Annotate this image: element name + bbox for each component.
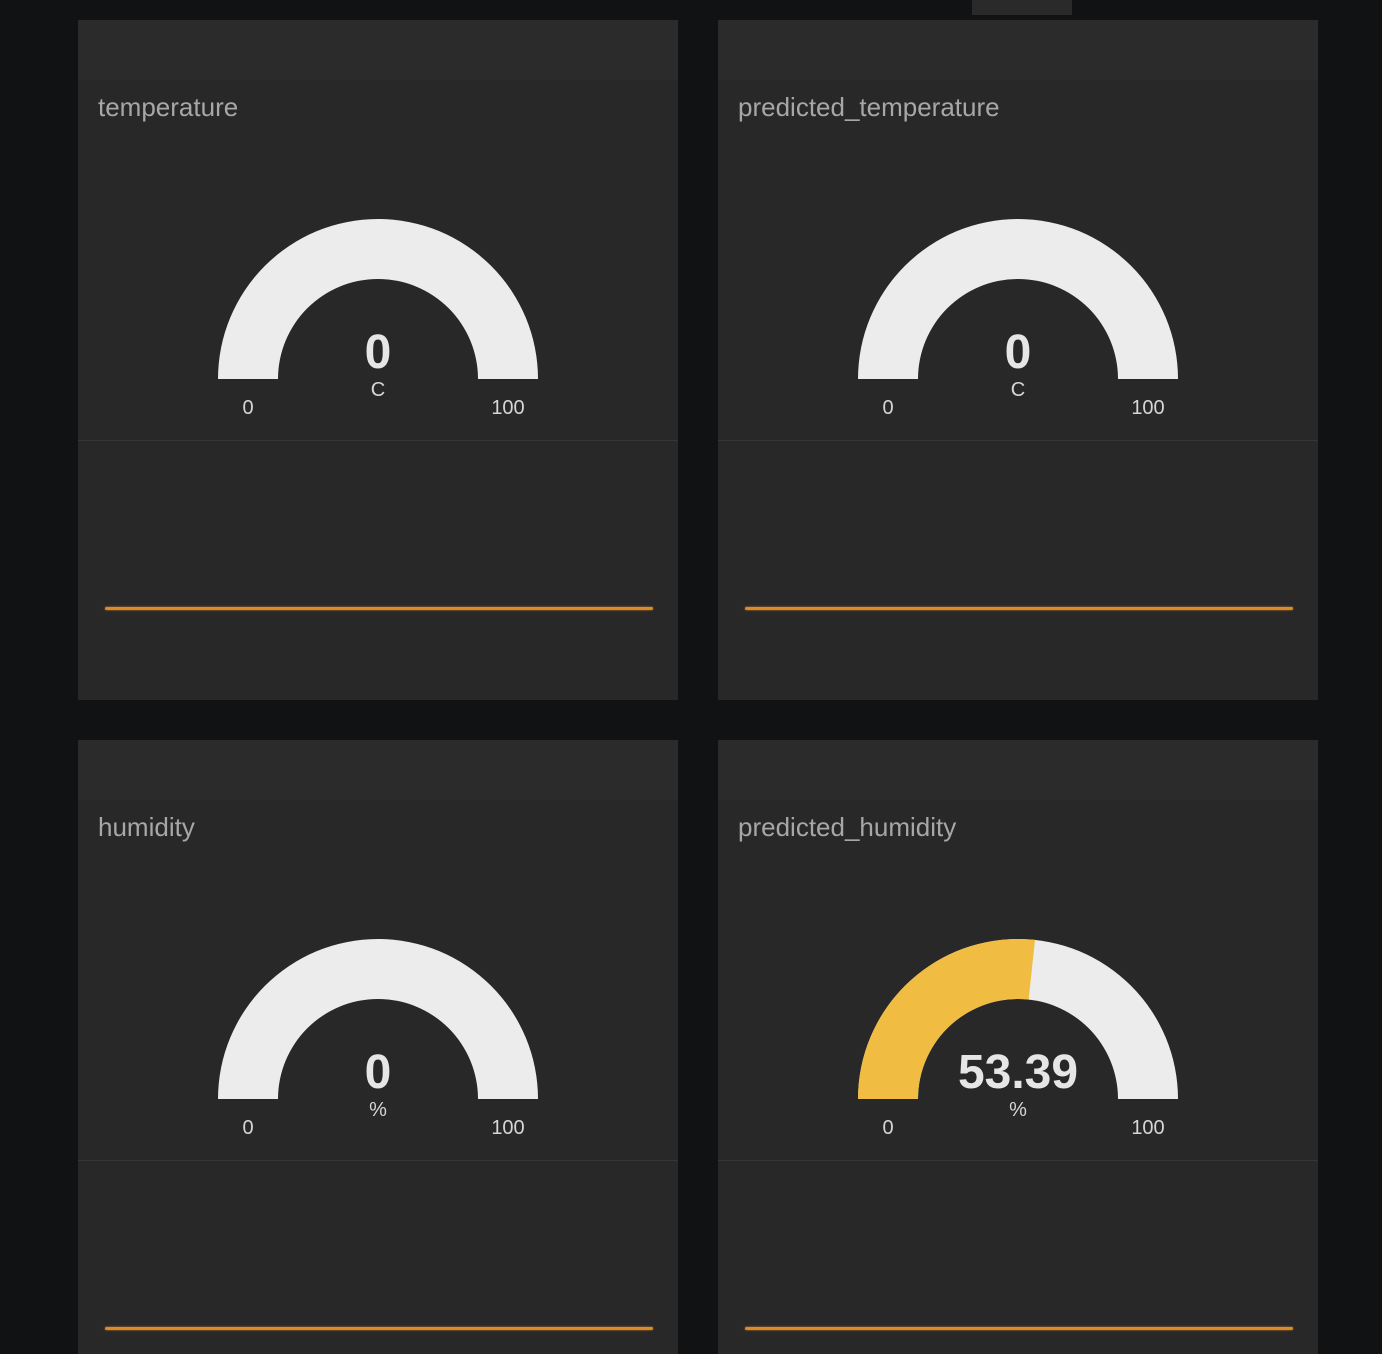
gauge-max-label: 100	[1131, 1117, 1164, 1139]
gauge-max-label: 100	[491, 397, 524, 419]
gauge-min-label: 0	[242, 397, 253, 419]
gauge: 0 C 0 100	[858, 219, 1178, 419]
gauge: 53.39 % 0 100	[858, 939, 1178, 1139]
top-tab[interactable]	[972, 0, 1072, 15]
card-divider	[78, 1160, 678, 1161]
chart-series-line	[745, 1327, 1293, 1330]
card-divider	[718, 440, 1318, 441]
card-divider	[718, 1160, 1318, 1161]
widget-card-temperature: temperature 0 C 0 100	[78, 20, 678, 700]
gauge-units: %	[369, 1099, 387, 1121]
chart-series-line	[105, 607, 653, 610]
widget-card-predicted-temperature: predicted_temperature 0 C 0 100	[718, 20, 1318, 700]
gauge-min-label: 0	[882, 397, 893, 419]
gauge: 0 C 0 100	[218, 219, 538, 419]
widget-card-humidity: humidity 0 % 0 100	[78, 740, 678, 1354]
gauge-value: 53.39	[958, 1046, 1078, 1099]
gauge: 0 % 0 100	[218, 939, 538, 1139]
card-divider	[78, 440, 678, 441]
gauge-min-label: 0	[882, 1117, 893, 1139]
gauge-units: C	[1011, 379, 1025, 401]
dashboard: temperature 0 C 0 100 predicted_temperat…	[0, 0, 1382, 1354]
gauge-max-label: 100	[491, 1117, 524, 1139]
gauge-value: 0	[365, 1046, 392, 1099]
chart-series-line	[105, 1327, 653, 1330]
widget-card-predicted-humidity: predicted_humidity 53.39 % 0 100	[718, 740, 1318, 1354]
chart-series-line	[745, 607, 1293, 610]
gauge-max-label: 100	[1131, 397, 1164, 419]
gauge-units: C	[371, 379, 385, 401]
gauge-value: 0	[365, 326, 392, 379]
gauge-value: 0	[1005, 326, 1032, 379]
gauge-units: %	[1009, 1099, 1027, 1121]
gauge-min-label: 0	[242, 1117, 253, 1139]
